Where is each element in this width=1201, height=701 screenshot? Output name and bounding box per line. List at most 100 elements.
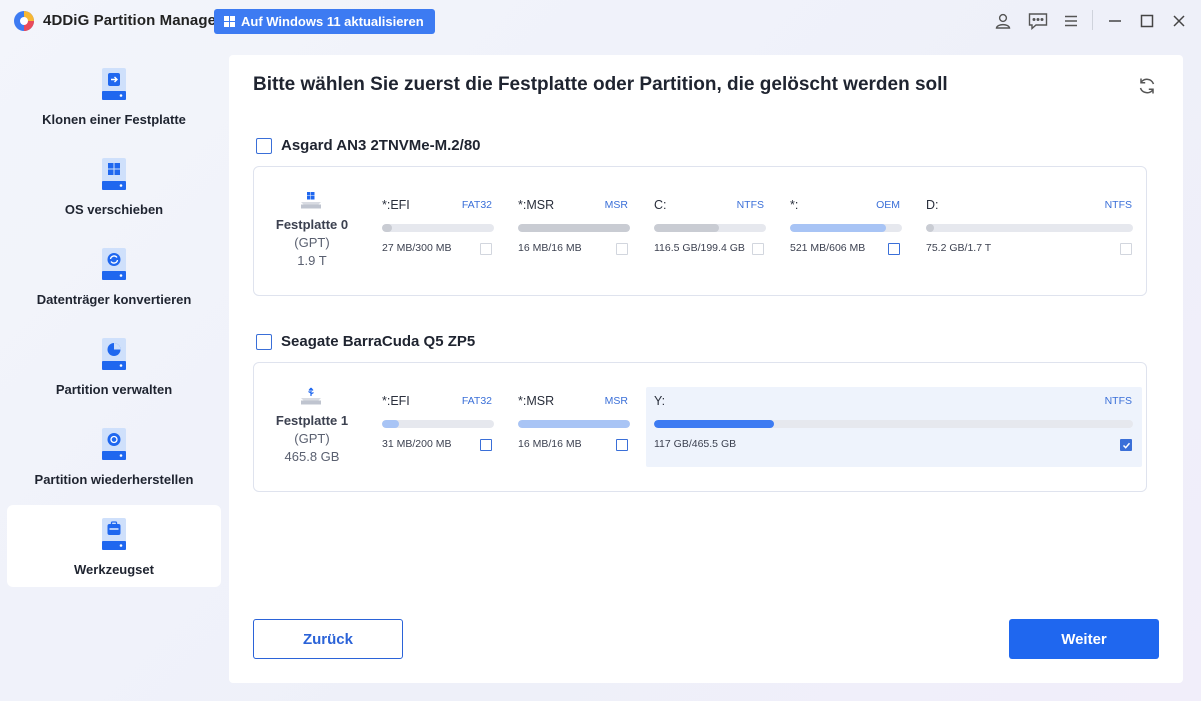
sidebar-item-label: Werkzeugset: [74, 562, 154, 577]
partition-filesystem: FAT32: [461, 199, 492, 211]
partition-checkbox[interactable]: [1120, 243, 1132, 255]
partition-tile[interactable]: D: NTFS 75.2 GB/1.7 T: [918, 191, 1142, 271]
feedback-icon[interactable]: [1028, 11, 1048, 31]
disk-card: Festplatte 1 (GPT) 465.8 GB *:EFI FAT32 …: [253, 362, 1147, 492]
partition-filesystem: MSR: [604, 199, 628, 211]
sidebar-item-clone-disk[interactable]: Klonen einer Festplatte: [7, 55, 221, 137]
partition-filesystem: NTFS: [1104, 395, 1132, 407]
minimize-icon[interactable]: [1105, 11, 1125, 31]
partition-usage: 16 MB/16 MB: [518, 242, 582, 254]
main-panel: Bitte wählen Sie zuerst die Festplatte o…: [229, 55, 1183, 683]
partition-usage: 27 MB/300 MB: [382, 242, 452, 254]
sidebar-item-label: Klonen einer Festplatte: [42, 112, 186, 127]
partition-tile-selected[interactable]: Y: NTFS 117 GB/465.5 GB: [646, 387, 1142, 467]
partition-tile[interactable]: *: OEM 521 MB/606 MB: [782, 191, 910, 271]
partition-name: *:MSR: [518, 198, 555, 212]
disk-name: Asgard AN3 2TNVMe-M.2/80: [281, 137, 481, 154]
checkmark-icon: [1122, 442, 1130, 449]
partition-usage-fill: [518, 420, 630, 428]
partition-tile[interactable]: *:EFI FAT32 27 MB/300 MB: [374, 191, 502, 271]
disk-header[interactable]: Asgard AN3 2TNVMe-M.2/80: [256, 137, 481, 154]
partition-usage: 116.5 GB/199.4 GB: [654, 242, 745, 254]
disk-info: Festplatte 1 (GPT) 465.8 GB: [254, 363, 370, 491]
partition-name: *:EFI: [382, 394, 410, 408]
manage-partition-icon: [102, 338, 126, 370]
disk-label: Festplatte 0: [275, 217, 349, 232]
disk-card: Festplatte 0 (GPT) 1.9 T *:EFI FAT32 27 …: [253, 166, 1147, 296]
refresh-icon[interactable]: [1137, 76, 1157, 96]
partition-filesystem: OEM: [876, 199, 900, 211]
partition-name: D:: [926, 198, 939, 212]
partition-name: Y:: [654, 394, 666, 408]
partition-usage: 75.2 GB/1.7 T: [926, 242, 992, 254]
toolkit-icon: [102, 518, 126, 550]
titlebar-divider: [1092, 10, 1093, 30]
partition-usage-bar: [654, 420, 1133, 428]
back-button[interactable]: Zurück: [253, 619, 403, 659]
disk-checkbox[interactable]: [256, 137, 272, 154]
disk-header[interactable]: Seagate BarraCuda Q5 ZP5: [256, 333, 475, 350]
disk-name: Seagate BarraCuda Q5 ZP5: [281, 333, 476, 350]
partition-checkbox[interactable]: [888, 243, 900, 255]
sidebar-item-toolkit[interactable]: Werkzeugset: [7, 505, 221, 587]
sidebar-item-convert-disk[interactable]: Datenträger konvertieren: [7, 235, 221, 317]
partition-usage-fill: [926, 224, 935, 232]
partition-usage-bar: [518, 224, 630, 232]
sidebar-item-label: OS verschieben: [64, 202, 164, 217]
usb-disk-icon: [301, 387, 321, 405]
upgrade-windows-label: Auf Windows 11 aktualisieren: [241, 14, 424, 29]
page-title: Bitte wählen Sie zuerst die Festplatte o…: [253, 74, 948, 95]
close-icon[interactable]: [1169, 11, 1189, 31]
sidebar-item-label: Partition wiederherstellen: [34, 472, 194, 487]
partition-usage: 16 MB/16 MB: [518, 438, 582, 450]
partition-name: *:MSR: [518, 394, 555, 408]
sidebar-item-label: Partition verwalten: [55, 382, 173, 397]
migrate-os-icon: [102, 158, 126, 190]
partition-name: *:EFI: [382, 198, 410, 212]
partition-checkbox[interactable]: [616, 243, 628, 255]
disk-info: Festplatte 0 (GPT) 1.9 T: [254, 167, 370, 295]
partition-filesystem: NTFS: [1104, 199, 1132, 211]
partition-usage-fill: [382, 224, 393, 232]
disk-label: Festplatte 1: [275, 413, 349, 428]
recover-partition-icon: [102, 428, 126, 460]
maximize-icon[interactable]: [1137, 11, 1157, 31]
partition-tile[interactable]: *:EFI FAT32 31 MB/200 MB: [374, 387, 502, 467]
partition-checkbox[interactable]: [480, 439, 492, 451]
disk-partition-style: (GPT): [294, 235, 330, 250]
partition-usage-bar: [518, 420, 630, 428]
app-logo-icon: [14, 11, 34, 31]
partition-tile[interactable]: *:MSR MSR 16 MB/16 MB: [510, 191, 638, 271]
partition-usage-bar: [926, 224, 1133, 232]
partition-filesystem: FAT32: [461, 395, 492, 407]
partition-tile[interactable]: C: NTFS 116.5 GB/199.4 GB: [646, 191, 774, 271]
partition-checkbox[interactable]: [616, 439, 628, 451]
upgrade-windows-button[interactable]: Auf Windows 11 aktualisieren: [214, 9, 435, 34]
partition-checkbox[interactable]: [1120, 439, 1132, 451]
user-icon[interactable]: [993, 11, 1013, 31]
hard-disk-icon: [301, 192, 321, 209]
next-button[interactable]: Weiter: [1009, 619, 1159, 659]
clone-disk-icon: [102, 68, 126, 100]
partition-usage-fill: [382, 420, 400, 428]
sidebar-item-manage-partition[interactable]: Partition verwalten: [7, 325, 221, 407]
app-title: 4DDiG Partition Manager: [43, 12, 222, 29]
menu-icon[interactable]: [1061, 11, 1081, 31]
partition-usage-fill: [654, 420, 774, 428]
partition-filesystem: MSR: [604, 395, 628, 407]
partition-name: C:: [654, 198, 667, 212]
disk-size: 1.9 T: [297, 253, 327, 268]
sidebar-item-recover-partition[interactable]: Partition wiederherstellen: [7, 415, 221, 497]
partition-usage-bar: [382, 224, 494, 232]
partition-checkbox[interactable]: [480, 243, 492, 255]
sidebar-item-label: Datenträger konvertieren: [36, 292, 192, 307]
sidebar-item-migrate-os[interactable]: OS verschieben: [7, 145, 221, 227]
partition-usage-bar: [654, 224, 766, 232]
convert-disk-icon: [102, 248, 126, 280]
disk-checkbox[interactable]: [256, 333, 272, 350]
partition-usage-fill: [518, 224, 630, 232]
partition-tile[interactable]: *:MSR MSR 16 MB/16 MB: [510, 387, 638, 467]
partition-checkbox[interactable]: [752, 243, 764, 255]
windows-icon: [224, 16, 235, 27]
disk-partition-style: (GPT): [294, 431, 330, 446]
